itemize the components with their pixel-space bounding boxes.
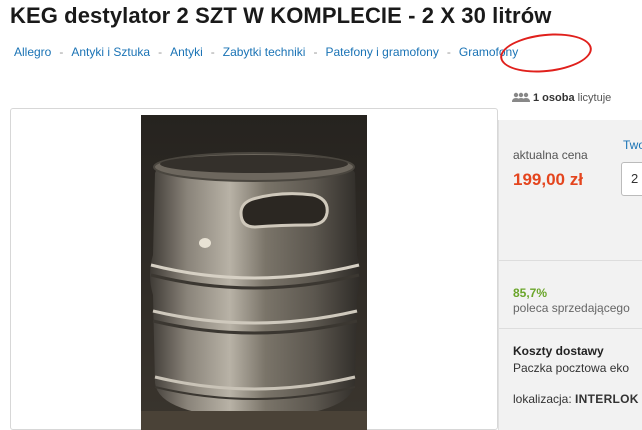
location-label: lokalizacja:: [513, 392, 572, 406]
bidders-suffix: licytuje: [577, 92, 612, 104]
bidders-count: 1 osoba: [533, 92, 575, 104]
offer-panel: aktualna cena 199,00 zł Twoja 2 85,7% po…: [498, 120, 642, 430]
breadcrumb-separator: -: [446, 45, 451, 59]
seller-rating-text: poleca sprzedającego: [513, 301, 630, 315]
breadcrumb-separator: -: [210, 45, 215, 59]
page-title: KEG destylator 2 SZT W KOMPLECIE - 2 X 3…: [10, 3, 552, 28]
breadcrumb: Allegro - Antyki i Sztuka - Antyki - Zabytki t…: [14, 45, 518, 59]
bid-amount-input[interactable]: 2: [621, 162, 642, 196]
divider: [499, 260, 642, 261]
breadcrumb-item-antyki[interactable]: Antyki: [170, 45, 203, 59]
breadcrumb-item-antyki-i-sztuka[interactable]: Antyki i Sztuka: [71, 45, 150, 59]
people-icon: [512, 92, 530, 106]
price-label: aktualna cena: [513, 148, 588, 162]
breadcrumb-separator: -: [158, 45, 163, 59]
shipping-value[interactable]: Paczka pocztowa eko: [513, 361, 629, 375]
breadcrumb-item-zabytki-techniki[interactable]: Zabytki techniki: [223, 45, 306, 59]
breadcrumb-separator: -: [59, 45, 64, 59]
breadcrumb-item-allegro[interactable]: Allegro: [14, 45, 51, 59]
red-annotation-circle: [498, 29, 594, 77]
breadcrumb-separator: -: [313, 45, 318, 59]
shipping-title: Koszty dostawy: [513, 344, 604, 358]
keg-photo[interactable]: [141, 115, 367, 430]
gallery: [10, 108, 498, 430]
breadcrumb-item-patefony-i-gramofony[interactable]: Patefony i gramofony: [325, 45, 438, 59]
seller-rating: 85,7%: [513, 286, 548, 300]
location: lokalizacja: INTERLOK: [513, 392, 639, 406]
current-price: 199,00 zł: [513, 170, 583, 189]
location-value: INTERLOK: [575, 392, 639, 406]
bidders-info: 1 osoba licytuje: [512, 92, 611, 106]
divider: [499, 328, 642, 329]
bid-label[interactable]: Twoja: [623, 138, 642, 152]
